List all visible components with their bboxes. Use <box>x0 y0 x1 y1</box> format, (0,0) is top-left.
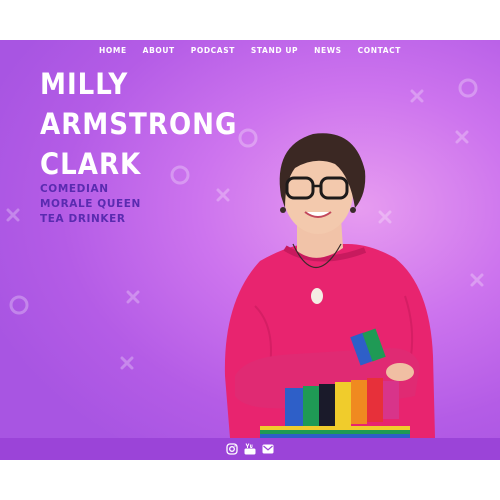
nav-news[interactable]: NEWS <box>314 46 341 55</box>
hero-name-line-1: MILLY <box>40 67 129 101</box>
hero-name-line-3: CLARK <box>40 147 142 181</box>
youtube-icon[interactable] <box>244 443 256 455</box>
hero-name: MILLY ARMSTRONG CLARK <box>40 64 237 184</box>
tagline-line-3: TEA DRINKER <box>40 213 126 225</box>
nav-about[interactable]: ABOUT <box>143 46 175 55</box>
nav-stand-up[interactable]: STAND UP <box>251 46 298 55</box>
tagline-line-1: COMEDIAN <box>40 183 109 195</box>
nav-podcast[interactable]: PODCAST <box>191 46 235 55</box>
nav-home[interactable]: HOME <box>99 46 127 55</box>
nav-contact[interactable]: CONTACT <box>358 46 401 55</box>
footer-bar <box>0 438 500 460</box>
tagline-line-2: MORALE QUEEN <box>40 198 141 210</box>
portrait-photo <box>224 133 435 438</box>
hero-name-line-2: ARMSTRONG <box>40 107 238 141</box>
hero-tagline: COMEDIAN MORALE QUEEN TEA DRINKER <box>40 182 141 227</box>
hero-section: HOME ABOUT PODCAST STAND UP NEWS CONTACT… <box>0 40 500 460</box>
main-nav: HOME ABOUT PODCAST STAND UP NEWS CONTACT <box>0 40 500 60</box>
instagram-icon[interactable] <box>226 443 238 455</box>
email-icon[interactable] <box>262 443 274 455</box>
